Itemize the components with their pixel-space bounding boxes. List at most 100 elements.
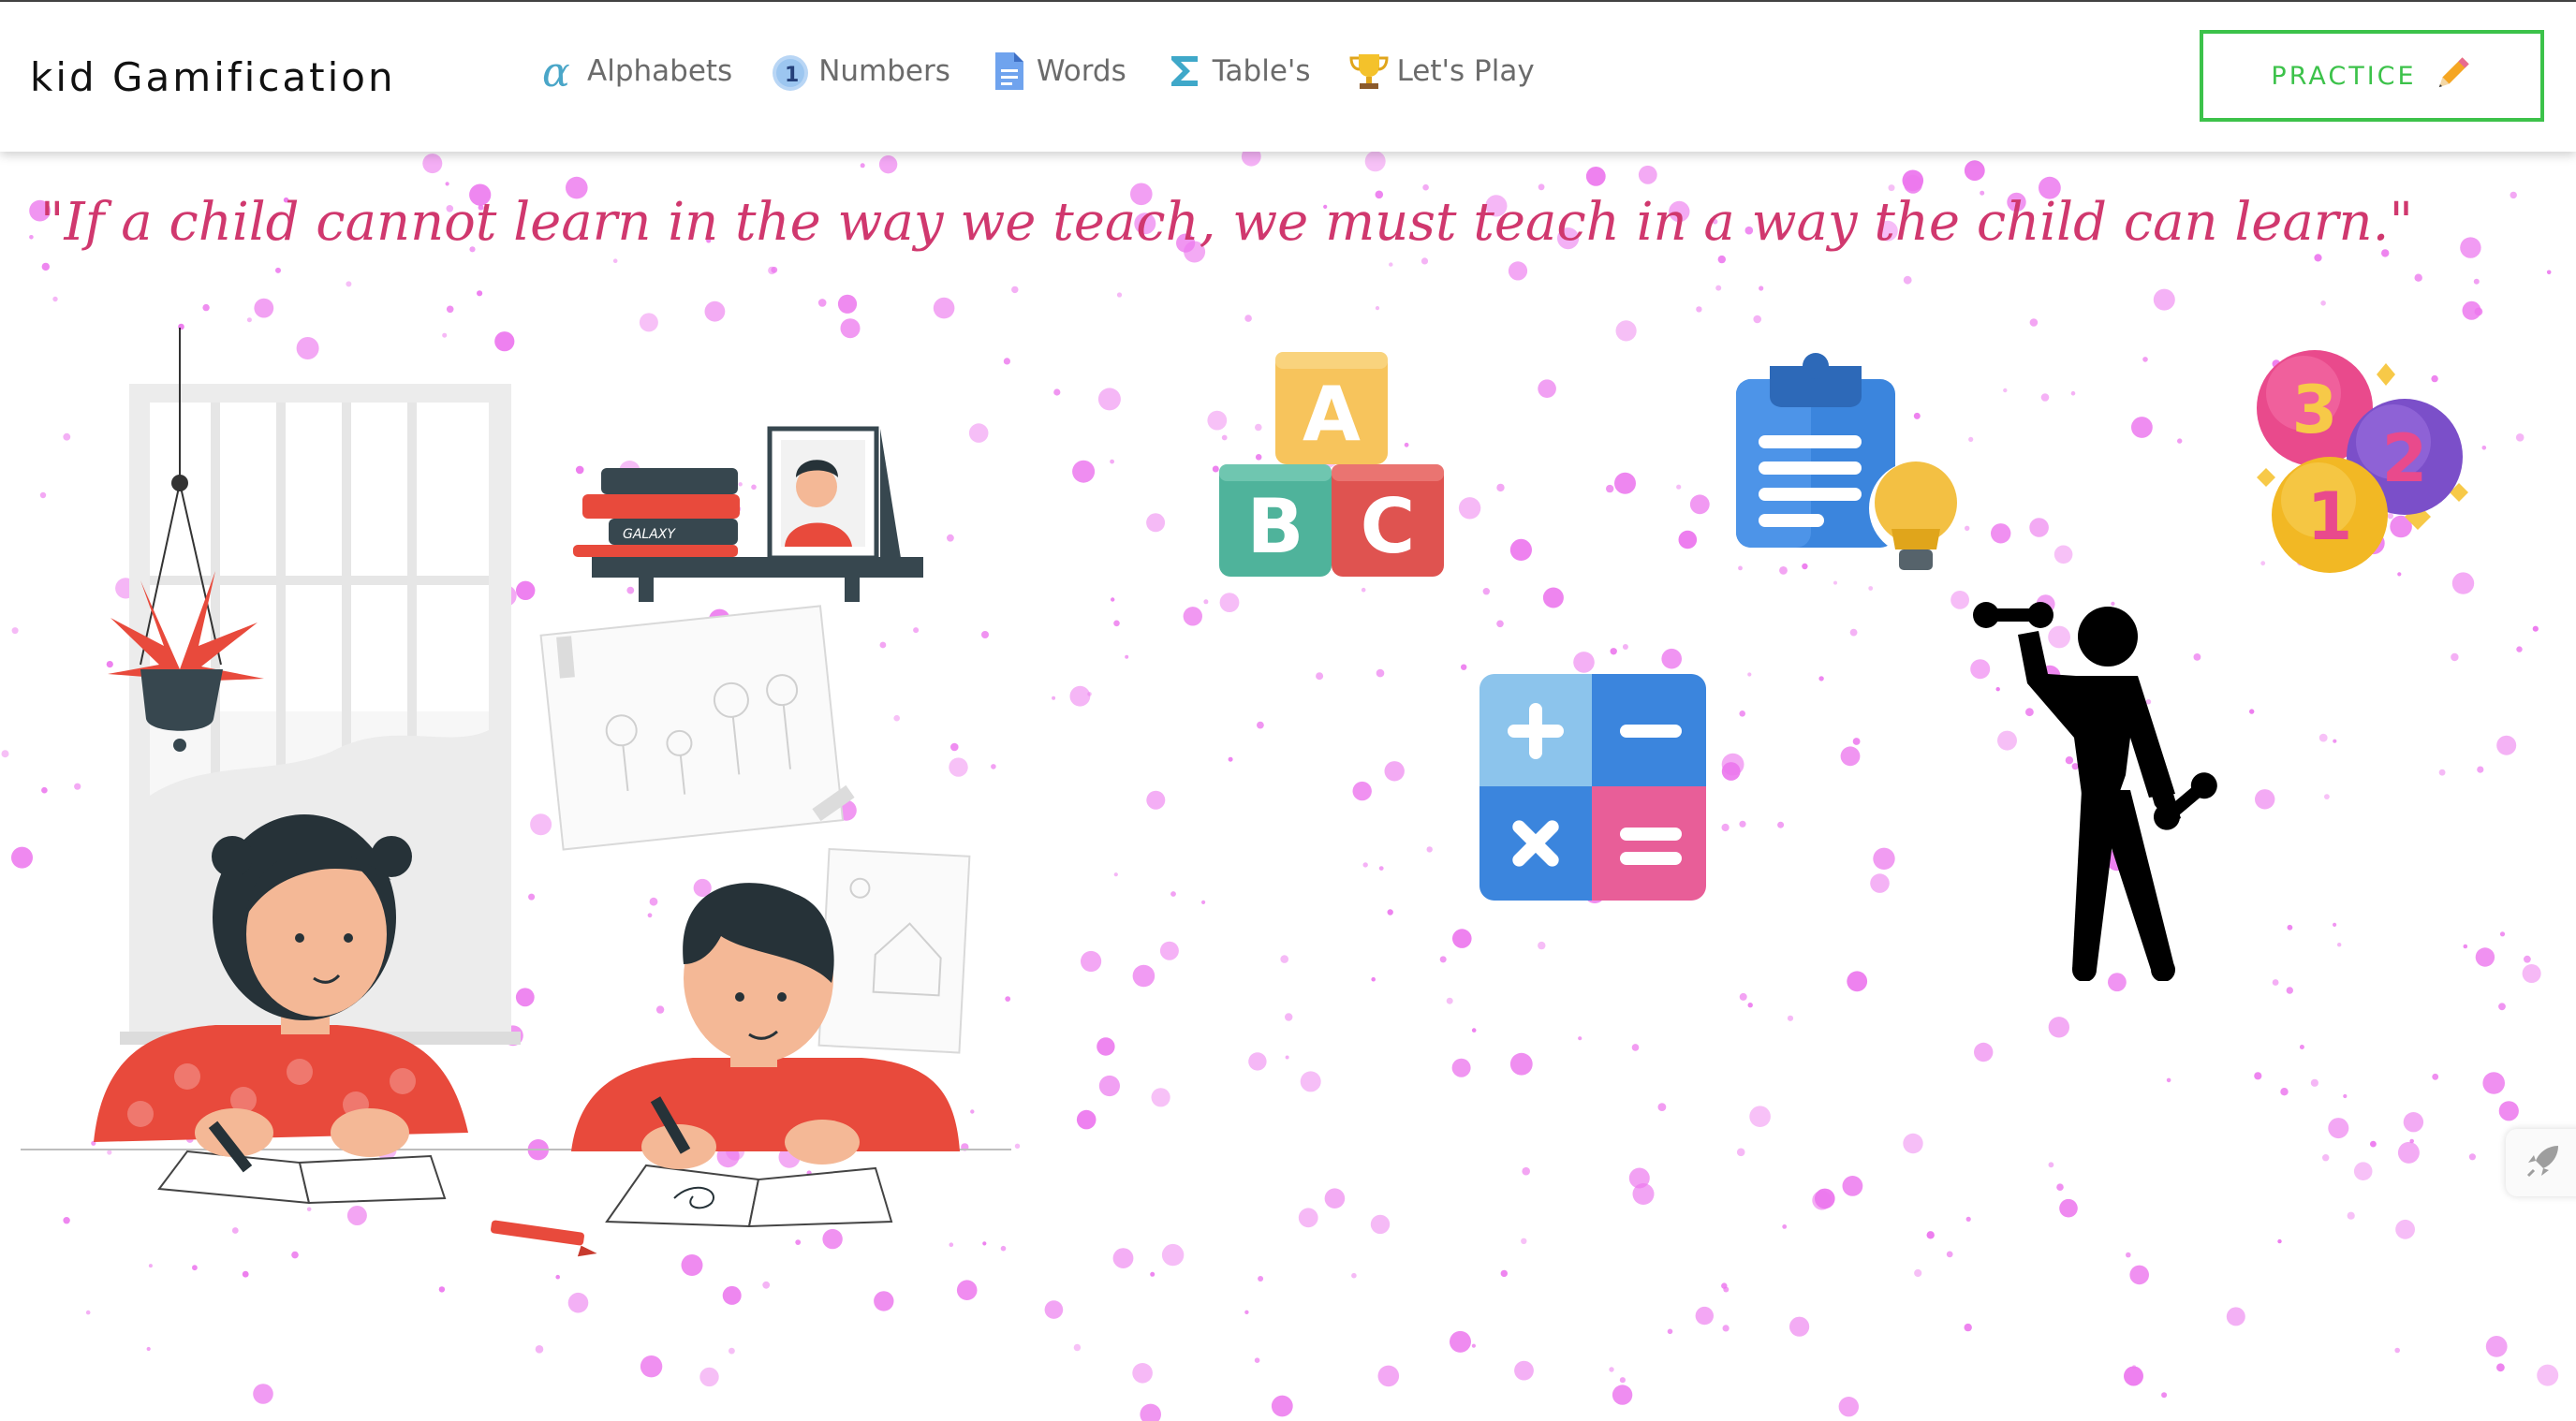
navbar: kid Gamification α Alphabets 1 Numbers W… — [0, 2, 2576, 152]
confetti-dot — [1631, 1044, 1640, 1051]
confetti-dot — [2516, 646, 2523, 652]
confetti-dot — [2277, 1238, 2282, 1244]
confetti-dot — [1739, 710, 1745, 717]
confetti-dot — [1840, 746, 1861, 767]
confetti-dot — [1661, 648, 1682, 669]
nav-item-alphabets[interactable]: α Alphabets — [538, 51, 732, 92]
confetti-dot — [1471, 1343, 1476, 1348]
confetti-dot — [2126, 1252, 2131, 1258]
nav-label-alphabets: Alphabets — [587, 54, 733, 88]
confetti-dot — [1573, 652, 1595, 673]
nav-item-numbers[interactable]: 1 Numbers — [770, 51, 950, 92]
confetti-dot — [1914, 1268, 1922, 1278]
confetti-dot — [1257, 721, 1264, 729]
confetti-dot — [1324, 1188, 1346, 1209]
confetti-dot — [253, 1384, 273, 1404]
confetti-dot — [1815, 1188, 1835, 1209]
number-one-icon: 1 — [770, 51, 811, 92]
nav-item-words[interactable]: Words — [988, 51, 1126, 92]
confetti-dot — [2475, 947, 2495, 967]
confetti-dot — [762, 1281, 771, 1289]
abc-blocks-illustration: A B C — [1219, 352, 1444, 577]
confetti-dot — [1521, 1238, 1527, 1245]
confetti-dot — [1426, 846, 1433, 853]
confetti-dot — [2451, 652, 2459, 662]
confetti-dot — [1073, 1343, 1082, 1352]
confetti-dot — [2299, 1045, 2304, 1049]
confetti-dot — [1696, 306, 1702, 313]
confetti-dot — [1384, 761, 1405, 782]
confetti-dot — [2468, 1153, 2476, 1161]
confetti-dot — [1439, 956, 1447, 963]
confetti-dot — [1170, 891, 1176, 897]
confetti-dot — [1667, 1328, 1673, 1335]
svg-text:1: 1 — [785, 64, 799, 87]
nav-item-tables[interactable]: Table's — [1164, 51, 1311, 92]
confetti-dot — [1244, 315, 1252, 322]
confetti-dot — [1508, 261, 1528, 281]
confetti-dot — [1452, 929, 1472, 948]
confetti-dot — [1471, 1028, 1477, 1033]
confetti-dot — [2053, 545, 2073, 564]
confetti-dot — [2166, 1077, 2171, 1083]
confetti-dot — [1161, 1243, 1185, 1267]
confetti-dot — [1461, 664, 1467, 670]
confetti-dot — [1110, 459, 1114, 464]
confetti-dot — [1352, 781, 1372, 801]
confetti-dot — [878, 155, 898, 174]
confetti-dot — [2320, 300, 2326, 306]
confetti-dot — [1852, 738, 1861, 745]
brand-title[interactable]: kid Gamification — [30, 54, 396, 100]
side-rocket-button[interactable] — [2506, 1129, 2576, 1196]
confetti-dot — [2255, 789, 2275, 810]
confetti-dot — [1610, 648, 1617, 655]
block-letter-c: C — [1361, 483, 1416, 570]
confetti-dot — [1069, 685, 1091, 707]
confetti-dot — [2272, 979, 2279, 986]
confetti-dot — [1789, 1316, 1810, 1337]
confetti-dot — [1053, 388, 1061, 396]
confetti-dot — [1300, 1071, 1321, 1092]
confetti-dot — [52, 296, 58, 302]
kids-studying-illustration: GALAXY — [21, 328, 1011, 1257]
confetti-dot — [2131, 417, 2153, 438]
confetti-dot — [2414, 273, 2422, 282]
confetti-dot — [1614, 472, 1636, 494]
confetti-dot — [1619, 1377, 1626, 1384]
confetti-dot — [1076, 1109, 1097, 1130]
confetti-dot — [1285, 1013, 1293, 1021]
confetti-dot — [1838, 1397, 1860, 1417]
confetti-dot — [1578, 1036, 1582, 1041]
nav-menu: α Alphabets 1 Numbers Words Table's Let'… — [538, 51, 1572, 92]
confetti-dot — [85, 1310, 91, 1315]
confetti-dot — [2496, 1363, 2505, 1372]
alpha-icon: α — [538, 51, 580, 92]
confetti-dot — [1585, 167, 1606, 186]
practice-button[interactable]: PRACTICE — [2200, 30, 2544, 122]
confetti-dot — [2333, 739, 2337, 743]
confetti-dot — [1609, 1367, 1614, 1372]
confetti-dot — [1717, 255, 1727, 264]
confetti-dot — [2029, 318, 2039, 327]
calculator-icon — [1479, 674, 1706, 901]
confetti-dot — [2522, 964, 2541, 983]
confetti-dot — [1689, 494, 1710, 515]
confetti-dot — [2353, 1162, 2373, 1180]
confetti-dot — [2499, 931, 2506, 937]
confetti-dot — [2394, 1347, 2400, 1354]
sigma-icon — [1164, 51, 1205, 92]
nav-item-lets-play[interactable]: Let's Play — [1348, 51, 1535, 92]
confetti-dot — [2463, 944, 2468, 949]
block-letter-b: B — [1247, 483, 1304, 570]
confetti-dot — [1111, 597, 1115, 602]
confetti-dot — [2532, 625, 2539, 632]
confetti-dot — [1749, 1106, 1771, 1127]
document-icon — [988, 51, 1029, 92]
confetti-dot — [1964, 1323, 1972, 1332]
confetti-dot — [1420, 257, 1429, 265]
ball-number-1: 1 — [2307, 478, 2353, 555]
confetti-dot — [2161, 1392, 2168, 1399]
confetti-dot — [1968, 436, 1974, 442]
confetti-dot — [729, 1347, 735, 1355]
confetti-dot — [1500, 1269, 1509, 1278]
